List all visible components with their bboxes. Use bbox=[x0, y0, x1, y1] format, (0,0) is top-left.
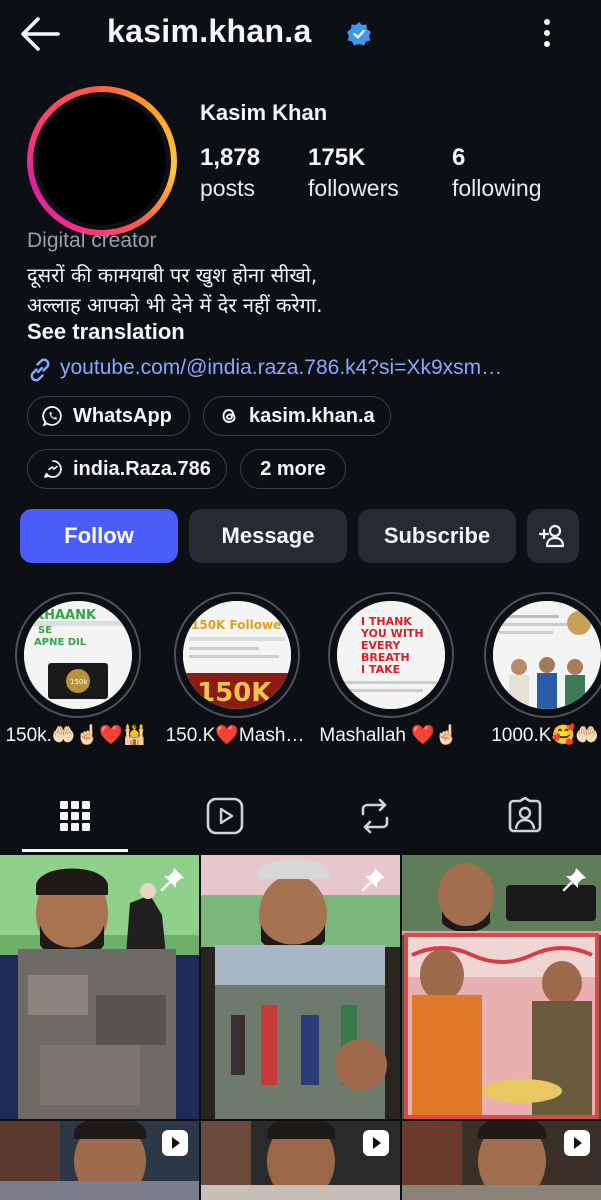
highlight-label: 150k.🤲🏻☝🏻❤️🕌 bbox=[5, 725, 147, 746]
highlight-cover: I THANK YOU WITH EVERY BREATH I TAKE bbox=[337, 601, 445, 709]
back-arrow-icon[interactable] bbox=[18, 14, 62, 54]
whatsapp-pill[interactable]: WhatsApp bbox=[27, 396, 190, 436]
highlight-ring bbox=[484, 592, 601, 718]
svg-text:APNE DIL: APNE DIL bbox=[34, 637, 87, 648]
highlight-cover: 150K Followe 150K bbox=[183, 601, 291, 709]
following-count: 6 bbox=[452, 144, 466, 171]
followers-label: followers bbox=[308, 175, 399, 201]
posts-stat[interactable]: 1,878 posts bbox=[200, 144, 260, 202]
followers-stat[interactable]: 175K followers bbox=[308, 144, 399, 202]
svg-text:150K: 150K bbox=[197, 678, 272, 708]
bio-link-text: youtube.com/@india.raza.786.k4?si=Xk9xsm… bbox=[60, 356, 503, 379]
top-bar: kasim.khan.a bbox=[0, 0, 601, 66]
posts-label: posts bbox=[200, 175, 255, 201]
threads-pill[interactable]: kasim.khan.a bbox=[203, 396, 391, 436]
tab-posts-grid[interactable] bbox=[0, 780, 150, 852]
profile-full-name: Kasim Khan bbox=[200, 100, 328, 125]
active-tab-indicator bbox=[22, 849, 128, 852]
highlight-label: Mashallah ❤️☝🏻 bbox=[319, 725, 459, 746]
chat-pill[interactable]: india.Raza.786 bbox=[27, 449, 227, 489]
svg-text:150K Followe: 150K Followe bbox=[191, 618, 281, 632]
suggested-users-button[interactable] bbox=[527, 509, 579, 563]
pill-label: WhatsApp bbox=[73, 404, 172, 427]
profile-category: Digital creator bbox=[27, 229, 157, 252]
highlight-label: 1000.K🥰🤲🏻 bbox=[491, 725, 599, 746]
more-options-icon[interactable] bbox=[536, 16, 558, 50]
following-stat[interactable]: 6 following bbox=[452, 144, 542, 202]
whatsapp-icon bbox=[42, 406, 62, 427]
grid-post[interactable] bbox=[201, 1121, 400, 1200]
svg-text:KHAANK: KHAANK bbox=[34, 608, 97, 623]
grid-post[interactable] bbox=[0, 855, 199, 1119]
grid-post[interactable] bbox=[402, 1121, 601, 1200]
profile-username: kasim.khan.a bbox=[107, 13, 312, 49]
chat-icon bbox=[44, 460, 62, 478]
pinned-icon bbox=[562, 868, 586, 892]
grid-icon bbox=[60, 801, 90, 831]
grid-post[interactable] bbox=[402, 855, 601, 1119]
pill-label: 2 more bbox=[260, 457, 326, 480]
svg-text:SE: SE bbox=[38, 625, 52, 636]
see-translation-link[interactable]: See translation bbox=[27, 319, 185, 345]
pill-label: india.Raza.786 bbox=[73, 457, 211, 480]
link-icon bbox=[30, 358, 50, 382]
tab-reels[interactable] bbox=[150, 780, 300, 852]
threads-icon bbox=[222, 409, 236, 423]
posts-count: 1,878 bbox=[200, 144, 261, 171]
reels-icon bbox=[206, 797, 244, 835]
subscribe-button[interactable]: Subscribe bbox=[358, 509, 516, 563]
follow-button[interactable]: Follow bbox=[20, 509, 178, 563]
verified-badge-icon bbox=[347, 22, 371, 46]
reel-icon bbox=[564, 1130, 590, 1156]
bio-line: दूसरों की कामयाबी पर खुश होना सीखो, bbox=[27, 263, 318, 287]
grid-post[interactable] bbox=[0, 1121, 199, 1200]
bio-line: अल्लाह आपको भी देने में देर नहीं करेगा. bbox=[27, 293, 323, 317]
following-label: following bbox=[452, 175, 542, 201]
bio-link[interactable]: youtube.com/@india.raza.786.k4?si=Xk9xsm… bbox=[27, 355, 587, 385]
highlight-ring: KHAANK SE APNE DIL 150k bbox=[15, 592, 141, 718]
svg-text:I TAKE: I TAKE bbox=[361, 663, 400, 676]
highlight-cover: KHAANK SE APNE DIL 150k bbox=[24, 601, 132, 709]
more-links-pill[interactable]: 2 more bbox=[240, 449, 346, 489]
repost-icon bbox=[361, 798, 389, 834]
tagged-icon bbox=[508, 797, 542, 833]
highlight-label: 150.K❤️Mash… bbox=[165, 725, 305, 746]
add-user-icon bbox=[538, 524, 565, 548]
pinned-icon bbox=[361, 868, 385, 892]
grid-post[interactable] bbox=[201, 855, 400, 1119]
highlight-ring: 150K Followe 150K bbox=[174, 592, 300, 718]
message-button[interactable]: Message bbox=[189, 509, 347, 563]
highlight-cover bbox=[493, 601, 601, 709]
tab-tagged[interactable] bbox=[450, 780, 600, 852]
avatar[interactable] bbox=[38, 97, 166, 225]
profile-bio: दूसरों की कामयाबी पर खुश होना सीखो, अल्ल… bbox=[27, 260, 322, 320]
svg-text:150k: 150k bbox=[70, 678, 88, 686]
highlight-ring: I THANK YOU WITH EVERY BREATH I TAKE bbox=[328, 592, 454, 718]
tab-reposts[interactable] bbox=[300, 780, 450, 852]
reel-icon bbox=[162, 1130, 188, 1156]
profile-tabs bbox=[0, 780, 601, 852]
pill-label: kasim.khan.a bbox=[249, 404, 375, 427]
followers-count: 175K bbox=[308, 144, 366, 171]
reel-icon bbox=[363, 1130, 389, 1156]
pinned-icon bbox=[160, 868, 184, 892]
